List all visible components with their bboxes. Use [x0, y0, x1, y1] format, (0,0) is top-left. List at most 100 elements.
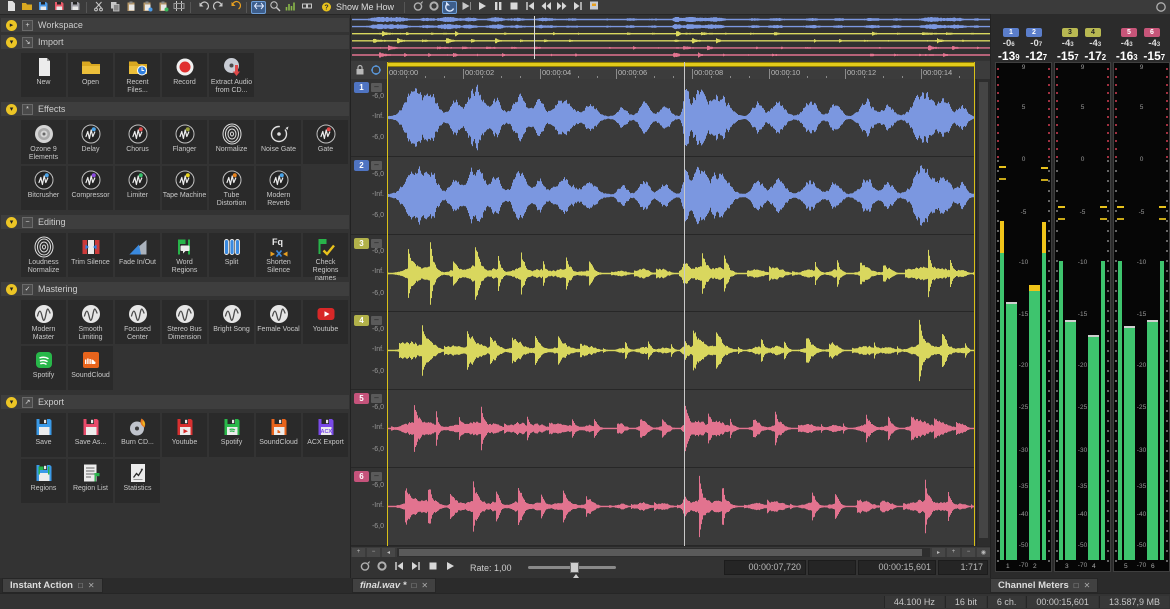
meter-chip-2[interactable]: 2 — [1026, 28, 1042, 37]
spectrum-button[interactable] — [283, 1, 298, 14]
action-tile-record[interactable]: Record — [162, 53, 207, 97]
section-header-editing[interactable]: ▾~Editing — [1, 215, 349, 229]
rewind-button[interactable] — [538, 1, 553, 14]
zoom-selection-button[interactable] — [267, 1, 282, 14]
section-header-import[interactable]: ▾↘Import — [1, 35, 349, 49]
fast-forward-button[interactable] — [554, 1, 569, 14]
tab-channel-meters[interactable]: Channel Meters □ ✕ — [990, 578, 1098, 593]
close-icon[interactable]: ✕ — [88, 581, 95, 590]
go-to-end-button[interactable] — [570, 1, 585, 14]
section-header-export[interactable]: ▾↗Export — [1, 395, 349, 409]
action-tile-gate[interactable]: Gate — [303, 120, 348, 164]
timeline-ruler[interactable]: 00:00:0000:00:0200:00:0400:00:0600:00:08… — [351, 61, 991, 80]
save-button[interactable] — [35, 1, 50, 14]
action-tile-regions[interactable]: Regions — [21, 459, 66, 503]
play-button[interactable] — [474, 1, 489, 14]
mix-paste-button[interactable] — [155, 1, 170, 14]
transport-record-button[interactable] — [374, 560, 390, 575]
channel-badge-6[interactable]: 6 — [354, 471, 369, 482]
copy-button[interactable] — [107, 1, 122, 14]
action-tile-spotify[interactable]: Spotify — [209, 413, 254, 457]
action-tile-modern-reverb[interactable]: Modern Reverb — [256, 166, 301, 210]
action-tile-loudness-normalize[interactable]: Loudness Normalize — [21, 233, 66, 277]
rate-slider[interactable] — [528, 566, 616, 569]
section-chevron-icon[interactable]: ▾ — [6, 104, 17, 115]
redo-button[interactable] — [211, 1, 226, 14]
zoom-fit-button[interactable]: ◉ — [977, 548, 990, 557]
vscroll-thumb[interactable] — [979, 82, 988, 538]
channel-badge-2[interactable]: 2 — [354, 160, 369, 171]
action-tile-acx-export[interactable]: ACXACX Export — [303, 413, 348, 457]
channel-minimize-button[interactable]: – — [371, 472, 382, 481]
action-tile-bright-song[interactable]: Bright Song — [209, 300, 254, 344]
action-tile-youtube[interactable]: Youtube — [303, 300, 348, 344]
close-icon[interactable]: ✕ — [421, 581, 428, 590]
scroll-right-button[interactable]: ▸ — [932, 548, 945, 557]
action-tile-statistics[interactable]: Statistics — [115, 459, 160, 503]
action-tile-normalize[interactable]: Normalize — [209, 120, 254, 164]
rate-slider-handle[interactable] — [570, 562, 579, 573]
waveform-channel-4[interactable] — [387, 314, 975, 387]
action-tile-burn-cd[interactable]: Burn CD... — [115, 413, 160, 457]
float-window-icon[interactable]: □ — [1074, 581, 1079, 590]
save-as-button[interactable] — [51, 1, 66, 14]
trim-button[interactable] — [171, 1, 186, 14]
go-to-start-button[interactable] — [522, 1, 537, 14]
zoom-in-button[interactable]: + — [947, 548, 960, 557]
section-header-workspace[interactable]: ▸+Workspace — [1, 18, 349, 32]
channel-minimize-button[interactable]: – — [371, 316, 382, 325]
section-header-effects[interactable]: ▾*Effects — [1, 102, 349, 116]
action-tile-modern-master[interactable]: Modern Master — [21, 300, 66, 344]
section-header-mastering[interactable]: ▾✓Mastering — [1, 282, 349, 296]
cut-button[interactable] — [91, 1, 106, 14]
undo-history-button[interactable] — [227, 1, 242, 14]
action-tile-split[interactable]: Split — [209, 233, 254, 277]
section-chevron-icon[interactable]: ▾ — [6, 217, 17, 228]
selection-bar[interactable] — [387, 62, 975, 67]
action-tile-smooth-limiting[interactable]: Smooth Limiting — [68, 300, 113, 344]
transport-go-to-start-button[interactable] — [391, 560, 407, 575]
action-tile-soundcloud[interactable]: SoundCloud — [68, 346, 113, 390]
action-tile-new[interactable]: New — [21, 53, 66, 97]
hscroll-thumb[interactable] — [399, 549, 922, 556]
overview-waveform[interactable] — [351, 15, 991, 60]
action-tile-check-regions-names[interactable]: Check Regions names — [303, 233, 348, 277]
section-chevron-icon[interactable]: ▾ — [6, 284, 17, 295]
action-tile-delay[interactable]: Delay — [68, 120, 113, 164]
zoom-out-button[interactable]: − — [962, 548, 975, 557]
loop-playback-button[interactable] — [442, 1, 457, 14]
action-tile-focused-center[interactable]: Focused Center — [115, 300, 160, 344]
tab-final-wav[interactable]: final.wav * □ ✕ — [352, 578, 436, 593]
meter-chip-6[interactable]: 6 — [1144, 28, 1160, 37]
selection-end-line[interactable] — [974, 62, 975, 546]
action-tile-save-as[interactable]: Save As... — [68, 413, 113, 457]
waveform-channel-2[interactable] — [387, 159, 975, 232]
selection-start-line[interactable] — [387, 62, 388, 546]
open-file-button[interactable] — [19, 1, 34, 14]
section-chevron-icon[interactable]: ▸ — [6, 20, 17, 31]
channel-badge-1[interactable]: 1 — [354, 82, 369, 93]
waveform-channel-6[interactable] — [387, 470, 975, 543]
pause-button[interactable] — [490, 1, 505, 14]
action-tile-compressor[interactable]: Compressor — [68, 166, 113, 210]
waveform-channel-1[interactable] — [387, 81, 975, 154]
action-tile-spotify[interactable]: Spotify — [21, 346, 66, 390]
help-circle-button[interactable] — [1155, 1, 1167, 13]
zoom-in-button[interactable]: + — [352, 548, 365, 557]
action-tile-stereo-bus-dimension[interactable]: Stereo Bus Dimension — [162, 300, 207, 344]
save-all-button[interactable] — [67, 1, 82, 14]
meter-chip-3[interactable]: 3 — [1062, 28, 1078, 37]
paste-as-new-button[interactable] — [139, 1, 154, 14]
meter-chip-4[interactable]: 4 — [1085, 28, 1101, 37]
record-button[interactable] — [426, 1, 441, 14]
drop-marker-button[interactable] — [586, 1, 601, 14]
transport-play-button[interactable] — [442, 560, 458, 575]
zoom-out-button[interactable]: − — [367, 548, 380, 557]
new-file-button[interactable] — [3, 1, 18, 14]
transport-record-remote-button[interactable] — [357, 560, 373, 575]
scroll-left-button[interactable]: ◂ — [382, 548, 395, 557]
action-tile-fade-in-out[interactable]: Fade In/Out — [115, 233, 160, 277]
tab-instant-action[interactable]: Instant Action □ ✕ — [2, 578, 103, 593]
action-tile-shorten-silence[interactable]: FqShorten Silence — [256, 233, 301, 277]
channel-minimize-button[interactable]: – — [371, 394, 382, 403]
